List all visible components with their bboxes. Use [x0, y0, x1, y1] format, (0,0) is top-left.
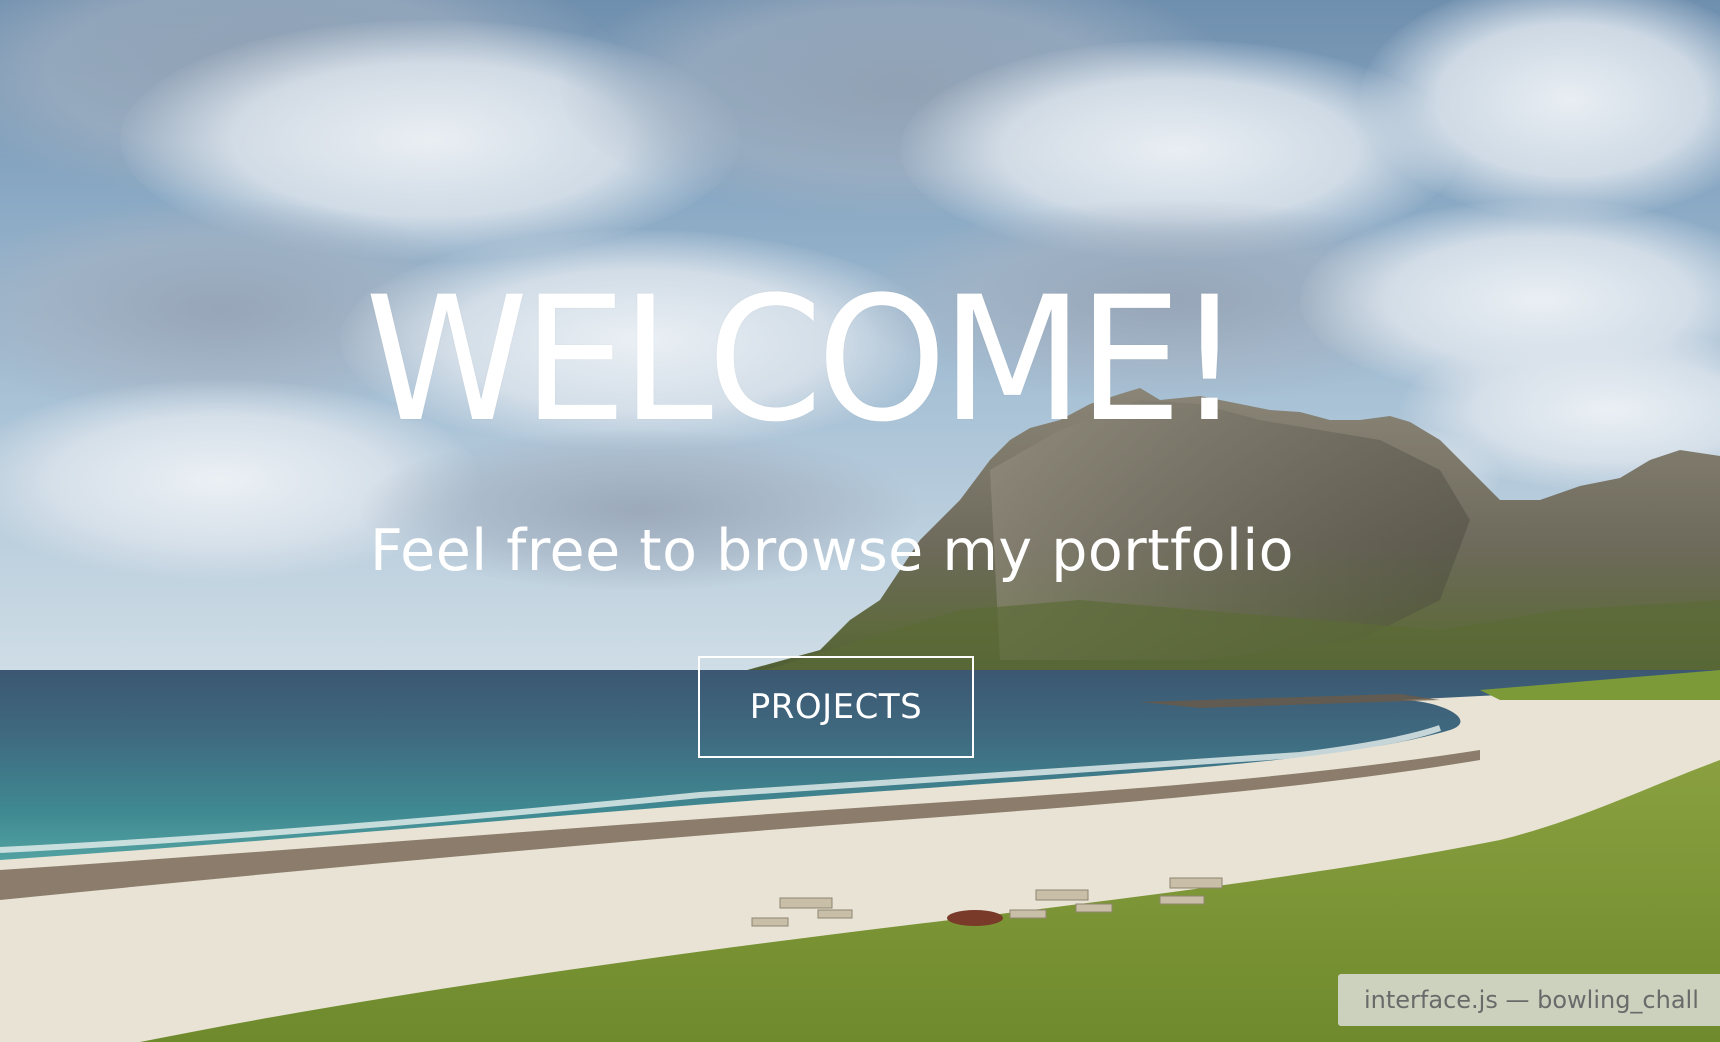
- hero-section: WELCOME! Feel free to browse my portfoli…: [0, 0, 1720, 1042]
- hero-content: WELCOME! Feel free to browse my portfoli…: [0, 0, 1720, 1042]
- projects-button[interactable]: PROJECTS: [698, 656, 974, 758]
- welcome-subtitle: Feel free to browse my portfolio: [370, 518, 1295, 584]
- window-title-tooltip: interface.js — bowling_chall: [1338, 974, 1720, 1026]
- welcome-heading: WELCOME!: [365, 259, 1243, 460]
